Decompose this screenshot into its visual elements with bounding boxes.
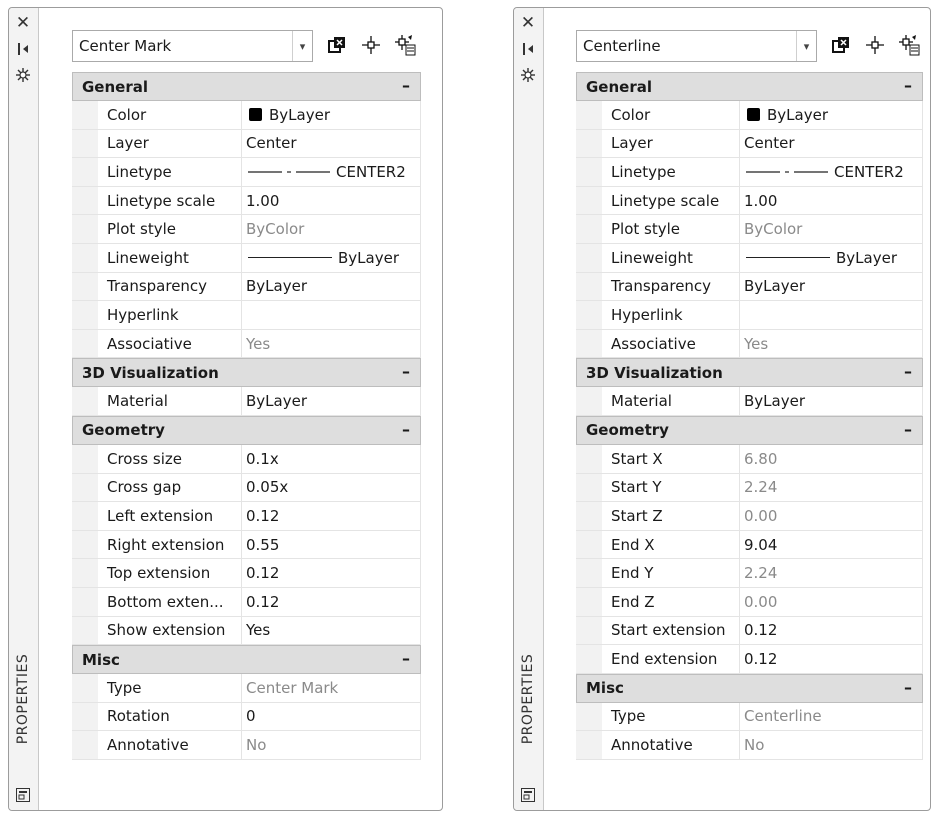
property-row-plot-style[interactable]: Plot style ByColor (72, 215, 421, 244)
category-general[interactable]: General – (576, 72, 923, 101)
palette-title-label: PROPERTIES (520, 653, 536, 745)
collapse-icon[interactable]: – (904, 420, 912, 439)
property-row-color[interactable]: Color ByLayer (72, 101, 421, 130)
collapse-icon[interactable]: – (402, 649, 410, 668)
palette-toolbar: Center Mark ▾ (72, 30, 432, 62)
property-row-type[interactable]: Type Centerline (576, 702, 923, 732)
property-row-annotative[interactable]: Annotative No (72, 731, 421, 760)
property-row[interactable]: Start Y 2.24 (576, 473, 923, 503)
property-row[interactable]: Cross gap 0.05x (72, 473, 421, 503)
property-row-lineweight[interactable]: Lineweight ByLayer (576, 243, 923, 273)
chevron-down-icon[interactable]: ▾ (292, 31, 312, 61)
object-type-select[interactable]: Center Mark ▾ (72, 30, 313, 62)
object-type-value: Center Mark (79, 37, 172, 55)
auto-hide-icon[interactable] (13, 39, 33, 59)
property-row[interactable]: Right extension 0.55 (72, 530, 421, 560)
properties-palette-centerline: ✕ PROPERTIES Centerline ▾ General – Colo… (513, 7, 931, 811)
property-row-linetype-scale[interactable]: Linetype scale 1.00 (576, 186, 923, 216)
property-row[interactable]: Show extension Yes (72, 616, 421, 646)
property-row-associative[interactable]: Associative Yes (72, 329, 421, 359)
select-objects-icon[interactable] (359, 32, 383, 58)
property-row[interactable]: End X 9.04 (576, 530, 923, 560)
category-misc[interactable]: Misc – (576, 673, 923, 703)
property-row[interactable]: Cross size 0.1x (72, 444, 421, 474)
collapse-icon[interactable]: – (402, 76, 410, 95)
property-row[interactable]: Start extension 0.12 (576, 616, 923, 646)
property-row-color[interactable]: Color ByLayer (576, 101, 923, 130)
quick-select-icon[interactable] (897, 32, 921, 58)
toggle-pickadd-icon[interactable] (325, 32, 349, 58)
property-row-type[interactable]: Type Center Mark (72, 674, 421, 703)
category-general[interactable]: General – (72, 72, 421, 101)
object-type-value: Centerline (583, 37, 661, 55)
collapse-icon[interactable]: – (402, 362, 410, 381)
property-row-rotation[interactable]: Rotation 0 (72, 702, 421, 732)
property-row-material[interactable]: Material ByLayer (72, 387, 421, 416)
property-row-layer[interactable]: Layer Center (576, 129, 923, 159)
select-objects-icon[interactable] (863, 32, 887, 58)
collapse-icon[interactable]: – (904, 362, 912, 381)
property-row-plot-style[interactable]: Plot style ByColor (576, 215, 923, 244)
property-row[interactable]: End extension 0.12 (576, 645, 923, 674)
property-row-transparency[interactable]: Transparency ByLayer (576, 272, 923, 302)
property-row-hyperlink[interactable]: Hyperlink (72, 301, 421, 330)
properties-menu-icon[interactable] (518, 65, 538, 85)
category-3d-visualization[interactable]: 3D Visualization – (576, 358, 923, 388)
collapse-icon[interactable]: – (402, 420, 410, 439)
property-row[interactable]: Start X 6.80 (576, 444, 923, 474)
property-row-linetype[interactable]: Linetype CENTER2 (72, 158, 421, 187)
property-row[interactable]: Left extension 0.12 (72, 502, 421, 531)
property-row[interactable]: Top extension 0.12 (72, 559, 421, 588)
color-swatch-icon (747, 108, 760, 122)
category-misc[interactable]: Misc – (72, 645, 421, 675)
object-type-select[interactable]: Centerline ▾ (576, 30, 817, 62)
close-icon[interactable]: ✕ (13, 13, 33, 33)
property-row-associative[interactable]: Associative Yes (576, 329, 923, 359)
palette-title-strip: ✕ PROPERTIES (514, 8, 544, 810)
palette-options-icon[interactable] (13, 785, 33, 805)
property-row-material[interactable]: Material ByLayer (576, 387, 923, 416)
property-row[interactable]: Start Z 0.00 (576, 502, 923, 531)
palette-title-label: PROPERTIES (15, 653, 31, 745)
palette-title-strip: ✕ PROPERTIES (9, 8, 39, 810)
lineweight-preview-icon (746, 257, 830, 259)
property-row[interactable]: End Z 0.00 (576, 587, 923, 617)
property-grid: General – Color ByLayer Layer Center Lin… (576, 72, 923, 760)
property-row-layer[interactable]: Layer Center (72, 129, 421, 159)
quick-select-icon[interactable] (393, 32, 417, 58)
toggle-pickadd-icon[interactable] (829, 32, 853, 58)
property-row-lineweight[interactable]: Lineweight ByLayer (72, 243, 421, 273)
property-grid: General – Color ByLayer Layer Center Lin… (72, 72, 421, 760)
properties-palette-center-mark: ✕ PROPERTIES Center Mark ▾ General – Col… (8, 7, 443, 811)
category-geometry[interactable]: Geometry – (72, 415, 421, 445)
properties-menu-icon[interactable] (13, 65, 33, 85)
palette-options-icon[interactable] (518, 785, 538, 805)
color-swatch-icon (249, 108, 262, 122)
category-geometry[interactable]: Geometry – (576, 415, 923, 445)
property-row-hyperlink[interactable]: Hyperlink (576, 301, 923, 330)
property-row[interactable]: End Y 2.24 (576, 559, 923, 588)
property-row-linetype-scale[interactable]: Linetype scale 1.00 (72, 186, 421, 216)
linetype-preview-icon (746, 171, 828, 173)
palette-toolbar: Centerline ▾ (576, 30, 922, 62)
property-row-transparency[interactable]: Transparency ByLayer (72, 272, 421, 302)
property-row[interactable]: Bottom exten... 0.12 (72, 587, 421, 617)
collapse-icon[interactable]: – (904, 678, 912, 697)
property-row-annotative[interactable]: Annotative No (576, 731, 923, 760)
lineweight-preview-icon (248, 257, 332, 259)
property-row-linetype[interactable]: Linetype CENTER2 (576, 158, 923, 187)
chevron-down-icon[interactable]: ▾ (796, 31, 816, 61)
close-icon[interactable]: ✕ (518, 13, 538, 33)
category-3d-visualization[interactable]: 3D Visualization – (72, 358, 421, 388)
auto-hide-icon[interactable] (518, 39, 538, 59)
linetype-preview-icon (248, 171, 330, 173)
collapse-icon[interactable]: – (904, 76, 912, 95)
